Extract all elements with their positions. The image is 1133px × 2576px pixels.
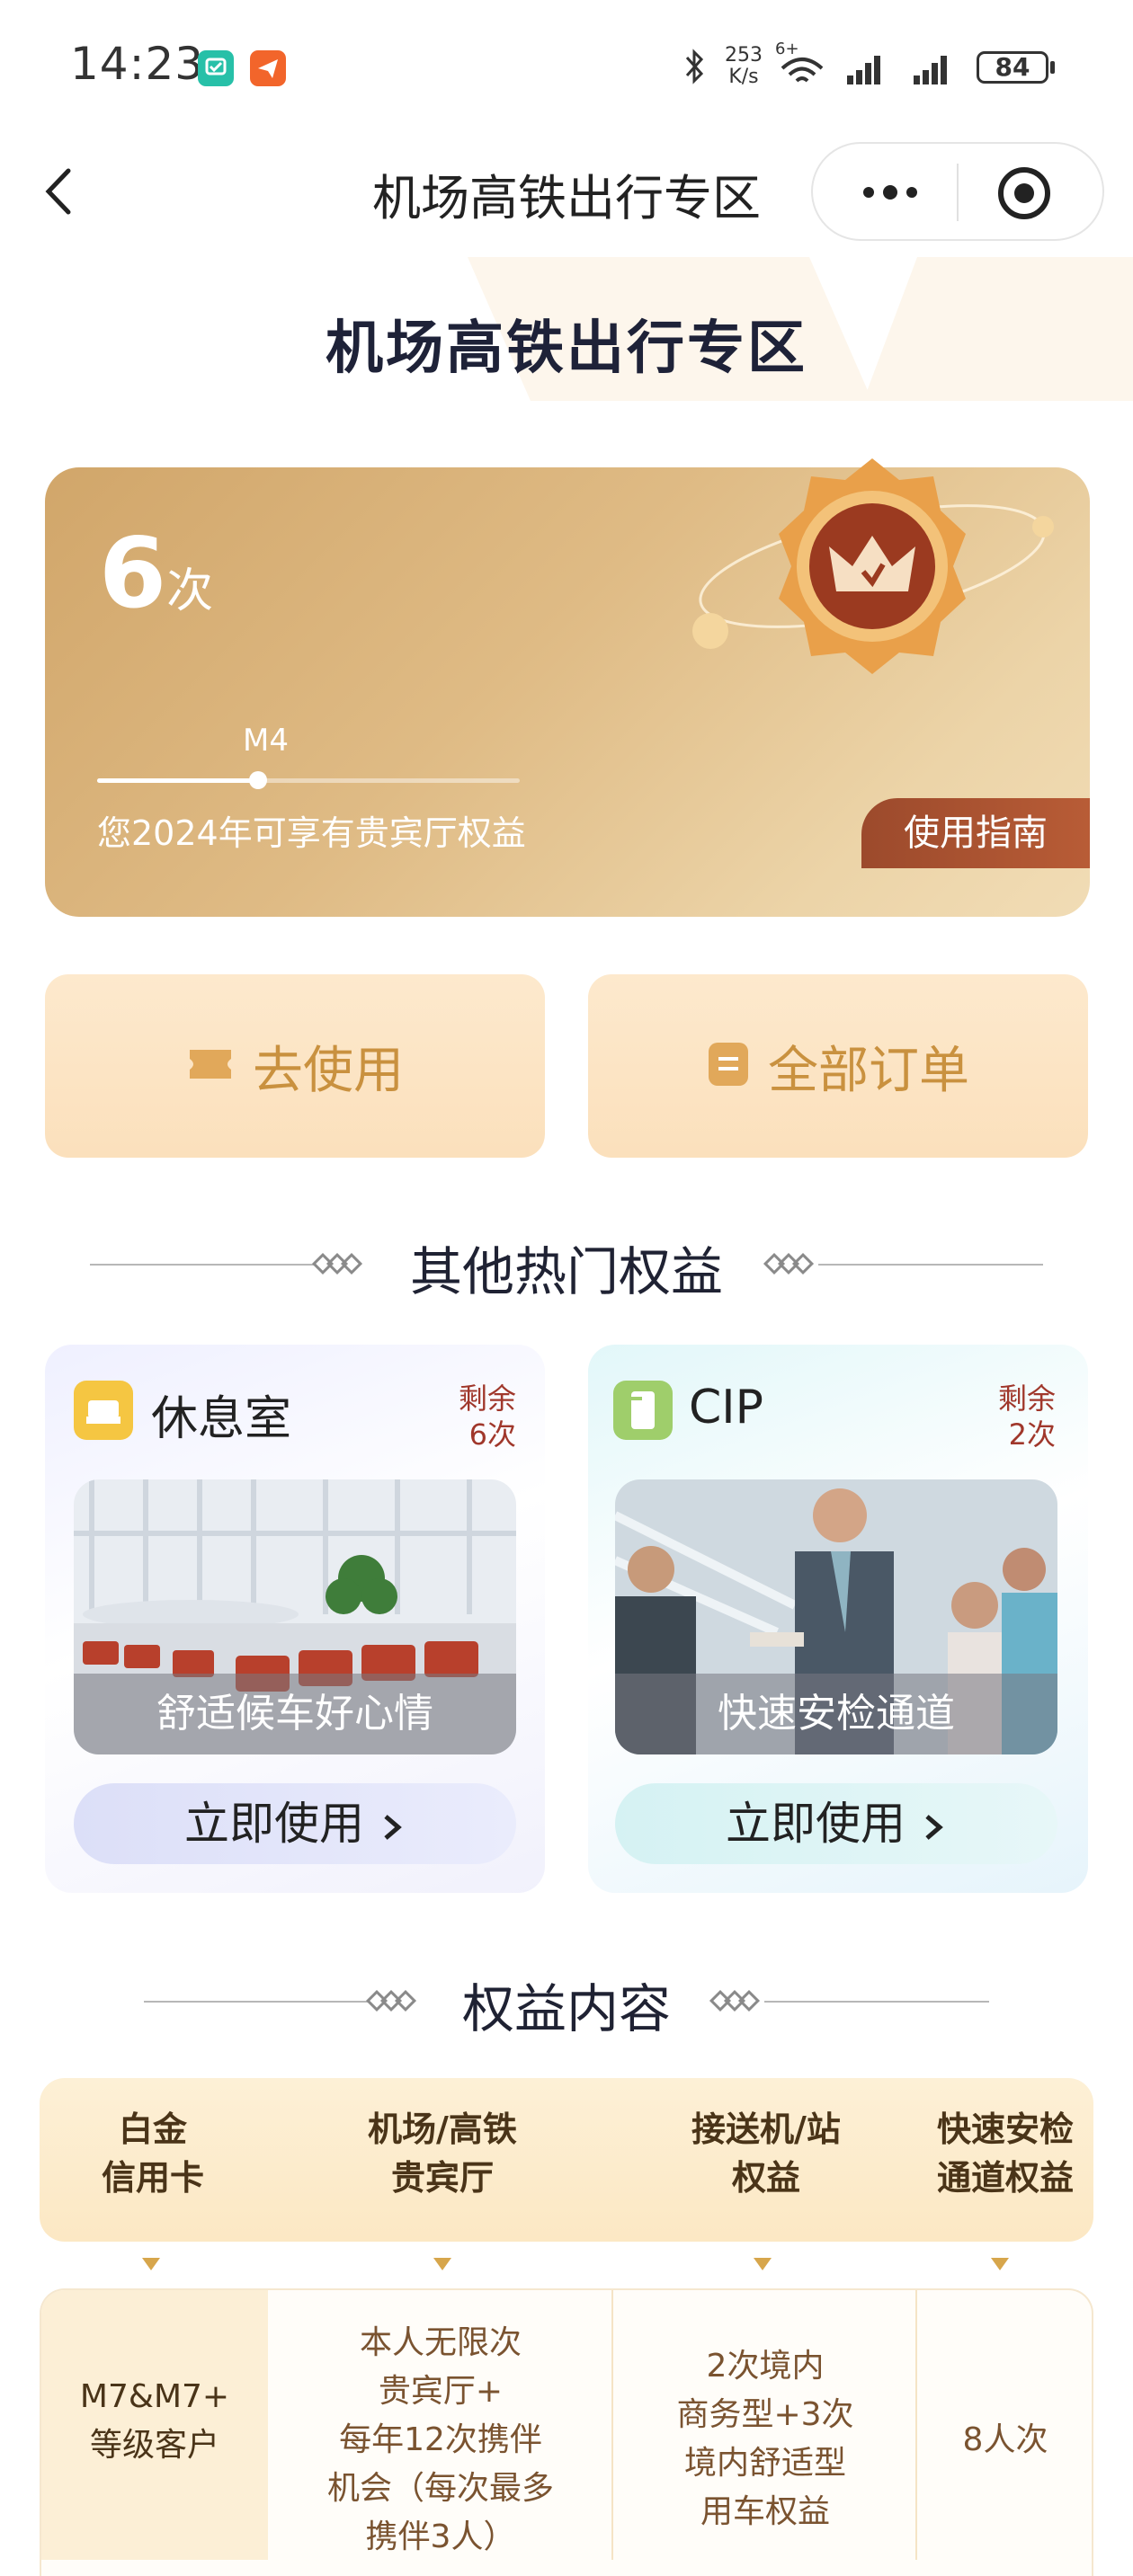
go-use-button[interactable]: 去使用 [45, 974, 545, 1158]
all-orders-button[interactable]: 全部订单 [588, 974, 1088, 1158]
benefit-title-lounge: 休息室 [151, 1392, 292, 1446]
use-now-button-lounge[interactable]: 立即使用 [74, 1783, 516, 1864]
benefit-title-cip: CIP [689, 1381, 764, 1435]
cip-card-icon [613, 1381, 673, 1443]
capsule-divider [957, 164, 959, 221]
signal-icon-2 [912, 50, 957, 90]
cip-photo: 快速安检通道 [615, 1479, 1057, 1754]
status-time: 14:23 [70, 38, 205, 90]
benefit-remaining-lounge: 剩余 6次 [458, 1381, 516, 1452]
wifi-icon: 6+ [775, 40, 829, 92]
go-use-label: 去使用 [253, 1041, 404, 1100]
chevron-right-icon [379, 1798, 406, 1850]
ornament-right-2 [701, 1988, 989, 2019]
table-header-arrow [754, 2258, 772, 2270]
ticket-icon [186, 1044, 235, 1088]
table-cell-tier: M7&M7+ 等级客户 [79, 2378, 230, 2464]
app-send-icon [250, 50, 286, 86]
back-icon[interactable] [36, 160, 90, 223]
table-header-lounge: 机场/高铁 贵宾厅 [368, 2110, 517, 2198]
table-header-arrow [142, 2258, 160, 2270]
order-list-icon [707, 1041, 750, 1091]
use-now-label-lounge: 立即使用 [184, 1798, 365, 1850]
use-now-button-cip[interactable]: 立即使用 [615, 1783, 1057, 1864]
table-cell-lounge: 本人无限次 贵宾厅+ 每年12次携伴 机会（每次最多 携伴3人） [326, 2324, 554, 2555]
table-divider [611, 2290, 613, 2560]
level-progress-marker [249, 771, 267, 789]
all-orders-label: 全部订单 [768, 1041, 969, 1100]
ornament-right [755, 1251, 1043, 1282]
table-header-fast-track: 快速安检 通道权益 [936, 2110, 1074, 2198]
table-header-card: 白金 信用卡 [101, 2110, 204, 2198]
benefit-caption-lounge: 舒适候车好心情 [74, 1674, 516, 1754]
close-miniprogram-icon[interactable] [993, 162, 1056, 225]
table-header-arrow [991, 2258, 1009, 2270]
lounge-photo: 舒适候车好心情 [74, 1479, 516, 1754]
sofa-icon [74, 1381, 133, 1443]
page-heading: 机场高铁出行专区 [326, 315, 807, 382]
benefit-caption-cip: 快速安检通道 [615, 1674, 1057, 1754]
bluetooth-icon [682, 47, 707, 92]
status-bar: 14:23 253 K/s 6+ 84 [0, 0, 1133, 135]
table-header-arrow [433, 2258, 451, 2270]
table-cell-transfer: 2次境内 商务型+3次 境内舒适型 用车权益 [676, 2348, 854, 2530]
signal-icon-1 [845, 50, 890, 90]
mini-program-capsule [811, 142, 1104, 241]
table-header-transfer: 接送机/站 权益 [691, 2110, 841, 2198]
card-subtitle: 您2024年可享有贵宾厅权益 [97, 813, 526, 853]
battery-indicator: 84 [977, 51, 1048, 84]
battery-cap [1050, 61, 1055, 74]
remaining-count: 6次 [99, 518, 214, 630]
usage-guide-button[interactable]: 使用指南 [861, 798, 1090, 868]
more-icon[interactable] [845, 165, 935, 219]
benefit-remaining-cip: 剩余 2次 [997, 1381, 1056, 1452]
use-now-label-cip: 立即使用 [726, 1798, 906, 1850]
table-cell-fast-track: 8人次 [962, 2421, 1048, 2458]
crown-badge-icon [683, 431, 1061, 701]
chevron-right-icon [920, 1798, 947, 1850]
app-notification-icon [198, 50, 234, 86]
net-speed: 253 K/s [725, 44, 763, 88]
level-progress-fill [97, 778, 258, 783]
wifi-tag: 6+ [775, 40, 799, 58]
member-level: M4 [243, 723, 289, 759]
nav-title: 机场高铁出行专区 [372, 170, 761, 227]
